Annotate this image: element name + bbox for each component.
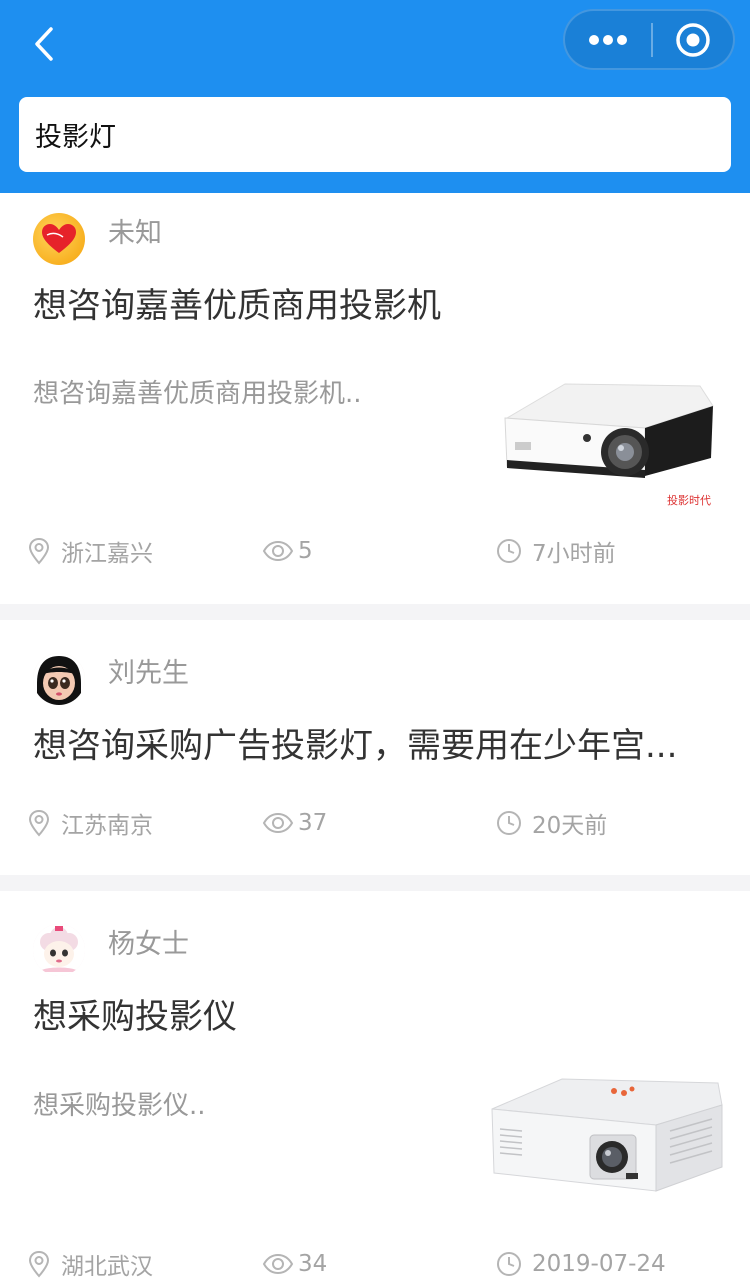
time: 7小时前 [496, 531, 616, 571]
time: 20天前 [496, 803, 607, 843]
views: 37 [262, 803, 327, 843]
avatar [33, 924, 85, 976]
target-close-icon [676, 22, 710, 57]
avatar [33, 213, 85, 265]
post-meta: 湖北武汉 34 2019-07-24 [0, 1244, 750, 1283]
username: 杨女士 [108, 929, 189, 960]
doll-avatar-icon [33, 653, 85, 705]
header-bar [0, 0, 750, 193]
post-card[interactable]: 杨女士 想采购投影仪 想采购投影仪.. 湖北武汉 34 2019-07-24 [0, 891, 750, 1283]
projector-image [486, 1069, 726, 1209]
time: 2019-07-24 [496, 1244, 666, 1283]
avatar [33, 653, 85, 705]
mini-program-capsule [563, 9, 735, 70]
time-text: 2019-07-24 [532, 1251, 666, 1277]
clock-icon [497, 539, 521, 563]
clock-icon [497, 811, 521, 835]
eye-icon [262, 812, 294, 834]
location: 湖北武汉 [27, 1244, 153, 1283]
views: 34 [262, 1244, 327, 1283]
location-text: 江苏南京 [61, 813, 153, 839]
post-card[interactable]: 刘先生 想咨询采购广告投影灯，需要用在少年宫... 江苏南京 37 20天前 [0, 620, 750, 875]
more-dots-icon [589, 34, 627, 45]
views-count: 5 [298, 538, 313, 564]
eye-icon [262, 540, 294, 562]
heart-avatar-icon [42, 224, 76, 253]
more-button[interactable] [565, 11, 651, 68]
post-thumbnail[interactable]: 投影时代 [495, 376, 725, 516]
search-input[interactable] [35, 119, 715, 150]
location-text: 浙江嘉兴 [61, 541, 153, 567]
post-meta: 浙江嘉兴 5 7小时前 [0, 531, 750, 571]
post-description: 想咨询嘉善优质商用投影机.. [33, 379, 362, 409]
close-miniprogram-button[interactable] [653, 11, 733, 68]
location-pin-icon [28, 537, 50, 565]
clock-icon [497, 1252, 521, 1276]
time-text: 20天前 [532, 813, 608, 839]
post-title[interactable]: 想采购投影仪 [33, 997, 723, 1038]
location: 浙江嘉兴 [27, 531, 153, 571]
chevron-left-icon [35, 27, 53, 61]
username: 未知 [108, 218, 162, 249]
eye-icon [262, 1253, 294, 1275]
post-meta: 江苏南京 37 20天前 [0, 803, 750, 843]
views: 5 [262, 531, 313, 571]
views-count: 37 [298, 810, 328, 836]
thumbnail-watermark: 投影时代 [667, 493, 711, 507]
location-pin-icon [28, 809, 50, 837]
location-pin-icon [28, 1250, 50, 1278]
location-text: 湖北武汉 [61, 1254, 153, 1280]
post-card[interactable]: 未知 想咨询嘉善优质商用投影机 想咨询嘉善优质商用投影机.. 投影时代 浙江嘉兴… [0, 193, 750, 604]
sheep-avatar-icon [33, 924, 85, 976]
location: 江苏南京 [27, 803, 153, 843]
post-description: 想采购投影仪.. [33, 1091, 206, 1121]
search-box[interactable] [19, 97, 731, 172]
page: 未知 想咨询嘉善优质商用投影机 想咨询嘉善优质商用投影机.. [0, 0, 750, 1283]
username: 刘先生 [108, 658, 189, 689]
back-button[interactable] [22, 20, 66, 68]
time-text: 7小时前 [532, 541, 616, 567]
post-thumbnail[interactable] [486, 1069, 726, 1209]
projector-image: 投影时代 [495, 376, 725, 516]
post-title[interactable]: 想咨询采购广告投影灯，需要用在少年宫... [33, 726, 723, 767]
views-count: 34 [298, 1251, 328, 1277]
post-title[interactable]: 想咨询嘉善优质商用投影机 [33, 286, 723, 327]
